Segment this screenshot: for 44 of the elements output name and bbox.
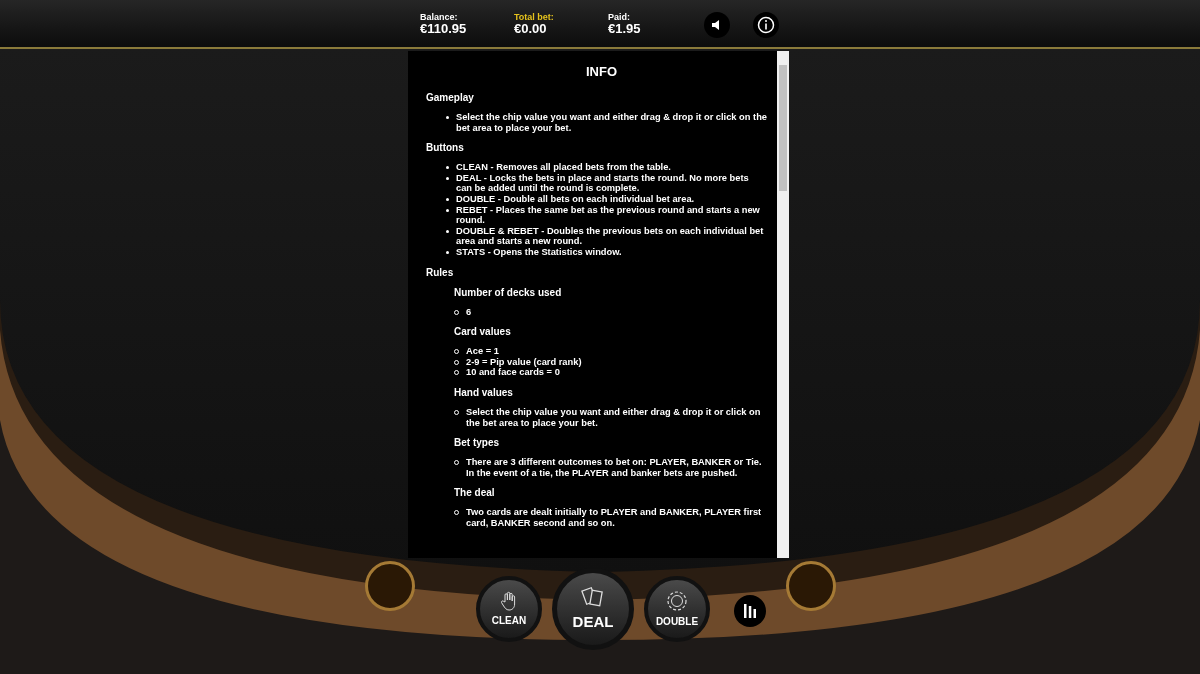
stat-label: Balance:	[420, 11, 459, 23]
list-item-text: Ace = 1	[466, 346, 499, 357]
hand-icon	[500, 590, 518, 611]
subsection-heading: Bet types	[453, 437, 500, 450]
info-icon	[757, 16, 775, 34]
info-title: INFO	[584, 65, 619, 79]
subsection-heading: Hand values	[453, 386, 514, 399]
list-item-text: Select the chip value you want and either drag & drop it or click on the bet area to place your bet.	[466, 406, 762, 429]
list-item-text: 10 and face cards = 0	[466, 367, 560, 378]
list-item-text: 6	[466, 306, 472, 318]
list-item-text: DOUBLE & REBET - Doubles the previous bets on each individual bet area and starts a new round.	[456, 225, 765, 247]
bullet-icon	[446, 250, 449, 254]
bullet-icon	[446, 197, 449, 201]
section-heading: Buttons	[426, 142, 465, 155]
stat-label: Total bet:	[514, 11, 555, 23]
list-item-text: Select the chip value you want and either drag & drop it or click on the bet area to place your bet.	[456, 112, 767, 134]
stat-value: €0.00	[514, 23, 548, 35]
cards-icon	[581, 584, 605, 609]
list-item-text: CLEAN - Removes all placed bets from the table.	[456, 162, 671, 173]
bullet-icon	[446, 176, 449, 180]
scrollbar[interactable]	[777, 51, 789, 558]
bullet-icon	[446, 229, 449, 233]
stat-value: €1.95	[608, 23, 642, 35]
bullet-icon	[446, 166, 449, 170]
bullet-icon	[446, 116, 449, 119]
subsection-heading: The deal	[453, 487, 496, 500]
list-item-text: DEAL - Locks the bets in place and starts the round. No more bets can be added until the round is complete.	[456, 172, 750, 194]
info-button[interactable]	[753, 12, 779, 38]
section-heading: Rules	[426, 266, 455, 279]
list-item-text: There are 3 different outcomes to bet on: PLAYER, BANKER or Tie. In the event of a tie, the PLAYER and banker bets are pushed.	[466, 457, 763, 479]
list-item-text: DOUBLE - Double all bets on each individual bet area.	[456, 193, 695, 205]
list-item-text: 2-9 = Pip value (card rank)	[466, 356, 582, 368]
bullet-icon	[446, 208, 449, 212]
list-item-text: REBET - Places the same bet as the previous round and starts a new round.	[456, 204, 761, 226]
subsection-heading: Card values	[453, 326, 512, 339]
list-item-text: Two cards are dealt initially to PLAYER and BANKER, PLAYER first card, BANKER second and so on.	[466, 507, 763, 529]
sound-button[interactable]	[704, 12, 730, 38]
bars-icon	[743, 603, 757, 619]
stat-value: €110.95	[420, 23, 468, 35]
list-item-text: STATS - Opens the Statistics window.	[456, 246, 622, 258]
section-heading: Gameplay	[426, 92, 475, 104]
stat-label: Paid:	[608, 11, 631, 23]
subsection-heading: Number of decks used	[453, 286, 563, 299]
chip-icon	[666, 589, 688, 612]
